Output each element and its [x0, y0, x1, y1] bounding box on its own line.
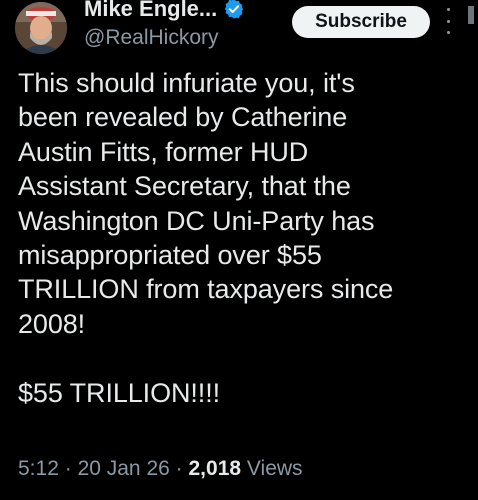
tweet-header: Mike Engle... @RealHickory Subscribe	[0, 0, 478, 60]
tweet-time[interactable]: 5:12	[18, 457, 59, 480]
author-handle[interactable]: @RealHickory	[84, 26, 219, 50]
avatar[interactable]	[15, 2, 67, 54]
views-label: Views	[246, 457, 303, 480]
more-options-icon[interactable]	[441, 8, 455, 34]
author-name-row[interactable]: Mike Engle...	[84, 0, 245, 22]
tweet-date[interactable]: 20 Jan 26	[78, 457, 170, 480]
views-count: 2,018	[188, 457, 242, 480]
subscribe-button[interactable]: Subscribe	[292, 6, 430, 38]
tweet-text: This should infuriate you, it's been rev…	[18, 68, 394, 408]
meta-separator: ·	[175, 457, 183, 480]
meta-separator: ·	[64, 457, 72, 480]
tweet-meta: 5:12 · 20 Jan 26 · 2,018 Views	[18, 457, 303, 481]
scrollbar-edge	[468, 6, 474, 24]
verified-badge-icon	[223, 0, 245, 20]
display-name[interactable]: Mike Engle...	[84, 0, 217, 22]
